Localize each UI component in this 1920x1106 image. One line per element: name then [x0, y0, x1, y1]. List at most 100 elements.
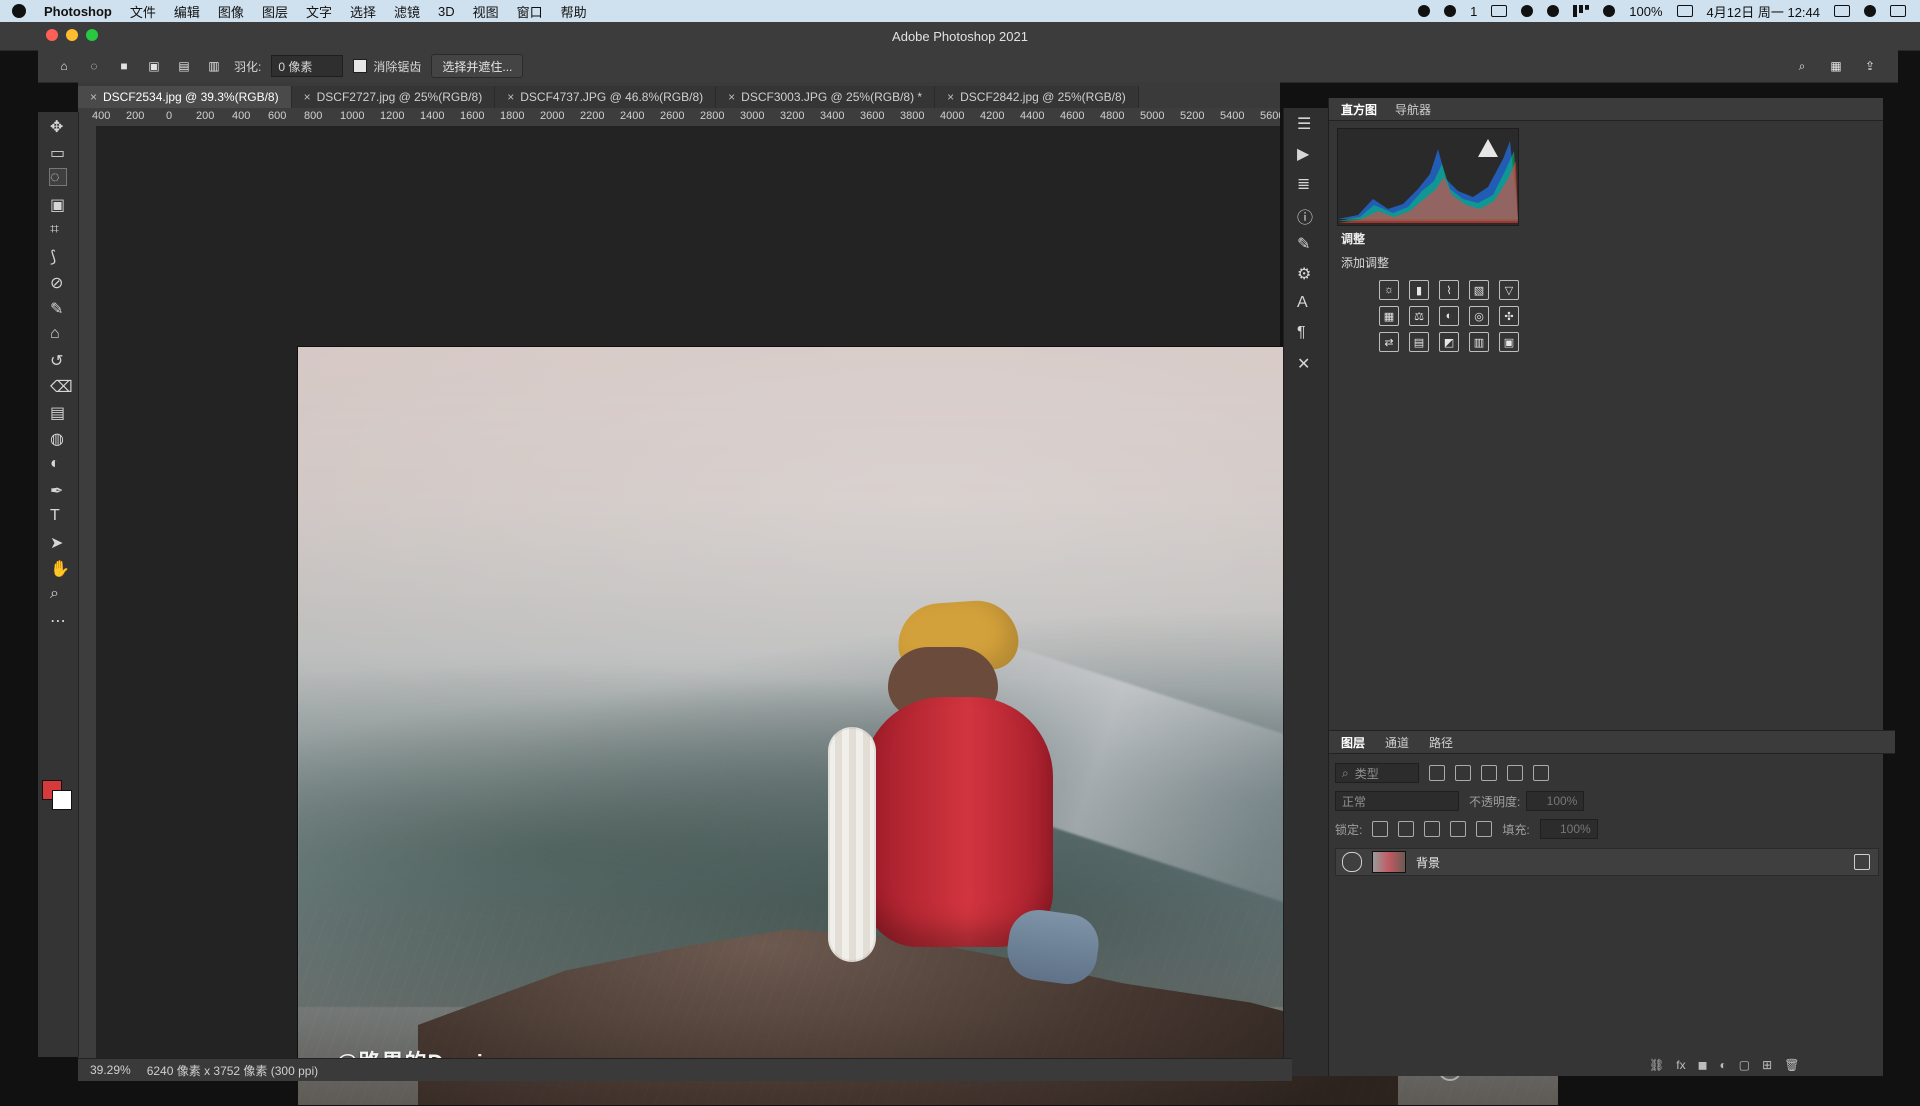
layers-filter-search[interactable]: ⌕ 类型	[1335, 763, 1419, 783]
posterize-icon[interactable]: ▤	[1409, 332, 1429, 352]
control-center-icon[interactable]	[1890, 5, 1906, 17]
tab-document-1[interactable]: × DSCF2534.jpg @ 39.3%(RGB/8)	[78, 86, 292, 108]
eyedropper-tool[interactable]: ⟆	[38, 242, 78, 268]
app-menu-photoshop[interactable]: Photoshop	[44, 4, 112, 19]
close-tab-icon[interactable]: ×	[947, 90, 954, 104]
datetime[interactable]: 4月12日 周一 12:44	[1707, 2, 1820, 21]
menu-type[interactable]: 文字	[306, 2, 332, 21]
minimize-window-button[interactable]	[66, 29, 78, 41]
dodge-tool[interactable]: ◐	[38, 450, 78, 476]
dock-icon-tools[interactable]: ✕	[1284, 348, 1328, 378]
background-color[interactable]	[52, 790, 72, 810]
menu-edit[interactable]: 编辑	[174, 2, 200, 21]
more-tools[interactable]: ⋯	[38, 606, 78, 632]
bluetooth-icon[interactable]	[1547, 5, 1560, 17]
black-white-icon[interactable]: ◐	[1439, 306, 1459, 326]
lock-transparent-pixels-icon[interactable]	[1372, 821, 1389, 837]
pen-tool[interactable]: ✒	[38, 476, 78, 502]
history-brush-tool[interactable]: ↺	[38, 346, 78, 372]
close-window-button[interactable]	[46, 29, 58, 41]
tab-document-3[interactable]: × DSCF4737.JPG @ 46.8%(RGB/8)	[495, 86, 717, 108]
eraser-tool[interactable]: ⌫	[38, 372, 78, 398]
lock-artboard-icon[interactable]	[1450, 821, 1467, 837]
anti-alias-checkbox[interactable]: 消除锯齿	[353, 58, 421, 75]
move-tool[interactable]: ✥	[38, 112, 78, 138]
filter-shape-layers-icon[interactable]	[1507, 765, 1523, 781]
opacity-input[interactable]: 100%	[1526, 791, 1585, 811]
selection-mode-intersect-icon[interactable]: ▥	[204, 56, 224, 76]
dock-icon-play[interactable]: ▶	[1284, 138, 1328, 168]
wechat-icon[interactable]	[1444, 5, 1457, 17]
spot-healing-tool[interactable]: ⊘	[38, 268, 78, 294]
tab-document-2[interactable]: × DSCF2727.jpg @ 25%(RGB/8)	[291, 86, 496, 108]
menu-window[interactable]: 窗口	[517, 2, 543, 21]
eye-icon[interactable]	[1342, 852, 1362, 872]
selective-color-icon[interactable]: ▣	[1499, 332, 1519, 352]
photo-filter-icon[interactable]: ◎	[1469, 306, 1489, 326]
feather-input[interactable]	[271, 55, 344, 77]
channel-mixer-icon[interactable]: ✣	[1499, 306, 1519, 326]
new-layer-icon[interactable]: ⊞	[1762, 1058, 1772, 1072]
dock-icon-adjust[interactable]: ≣	[1284, 168, 1328, 198]
input-method-icon[interactable]	[1834, 5, 1850, 17]
layer-style-icon[interactable]: fx	[1676, 1058, 1685, 1072]
canvas-area[interactable]: @路界的Derring	[96, 126, 1559, 1106]
exposure-icon[interactable]: ▧	[1469, 280, 1489, 300]
menu-view[interactable]: 视图	[473, 2, 499, 21]
id-icon[interactable]	[1491, 5, 1508, 17]
filter-smart-objects-icon[interactable]	[1533, 765, 1549, 781]
menu-help[interactable]: 帮助	[561, 2, 587, 21]
menu-3d[interactable]: 3D	[438, 4, 455, 19]
selection-mode-new-icon[interactable]: ■	[114, 56, 134, 76]
tab-channels[interactable]: 通道	[1385, 734, 1409, 751]
add-mask-icon[interactable]: ◼	[1698, 1058, 1708, 1072]
anti-alias-checkbox-box[interactable]	[353, 59, 368, 73]
lock-all-icon[interactable]	[1476, 821, 1493, 837]
menu-filter[interactable]: 滤镜	[394, 2, 420, 21]
hand-tool[interactable]: ✋	[38, 554, 78, 580]
threshold-icon[interactable]: ◩	[1439, 332, 1459, 352]
wifi-icon[interactable]	[1573, 5, 1590, 17]
brightness-contrast-icon[interactable]: ☼	[1379, 280, 1399, 300]
dock-icon-libraries[interactable]: ☰	[1284, 108, 1328, 138]
tab-layers[interactable]: 图层	[1341, 734, 1365, 751]
gradient-tool[interactable]: ▤	[38, 398, 78, 424]
menu-select[interactable]: 选择	[350, 2, 376, 21]
hue-saturation-icon[interactable]: ▦	[1379, 306, 1399, 326]
notification-icon[interactable]	[1521, 5, 1534, 17]
color-balance-icon[interactable]: ⚖	[1409, 306, 1429, 326]
fill-input[interactable]: 100%	[1539, 819, 1598, 839]
lock-image-pixels-icon[interactable]	[1398, 821, 1415, 837]
dock-icon-paragraph[interactable]: ¶	[1284, 318, 1328, 348]
volume-icon[interactable]	[1603, 5, 1616, 17]
path-selection-tool[interactable]: ➤	[38, 528, 78, 554]
crop-tool[interactable]: ⌗	[38, 216, 78, 242]
selection-mode-subtract-icon[interactable]: ▤	[174, 56, 194, 76]
filter-pixel-layers-icon[interactable]	[1429, 765, 1445, 781]
blend-mode-select[interactable]: 正常	[1335, 791, 1459, 811]
invert-icon[interactable]: ⇄	[1379, 332, 1399, 352]
menu-file[interactable]: 文件	[130, 2, 156, 21]
lock-position-icon[interactable]	[1424, 821, 1441, 837]
filter-adjustment-layers-icon[interactable]	[1455, 765, 1471, 781]
tab-histogram[interactable]: 直方图	[1341, 99, 1377, 120]
object-selection-tool[interactable]: ▣	[38, 190, 78, 216]
selection-mode-add-icon[interactable]: ▣	[144, 56, 164, 76]
battery-icon[interactable]	[1676, 5, 1693, 17]
levels-icon[interactable]: ▮	[1409, 280, 1429, 300]
new-group-icon[interactable]: ▢	[1739, 1058, 1750, 1072]
tab-document-5[interactable]: × DSCF2842.jpg @ 25%(RGB/8)	[935, 86, 1139, 108]
close-tab-icon[interactable]: ×	[507, 90, 514, 104]
tab-paths[interactable]: 路径	[1429, 734, 1453, 751]
close-tab-icon[interactable]: ×	[304, 90, 311, 104]
apple-icon[interactable]	[12, 4, 26, 18]
curves-icon[interactable]: ⌇	[1439, 280, 1459, 300]
dock-icon-character[interactable]: A	[1284, 288, 1328, 318]
workspace-icon[interactable]: ▦	[1826, 56, 1846, 76]
link-layers-icon[interactable]: ⛓	[1649, 1058, 1664, 1072]
delete-layer-icon[interactable]: 🗑	[1784, 1058, 1799, 1072]
gradient-map-icon[interactable]: ▥	[1469, 332, 1489, 352]
menu-image[interactable]: 图像	[218, 2, 244, 21]
search-icon[interactable]: ⌕	[1792, 56, 1812, 76]
dock-icon-info[interactable]: ⓘ	[1284, 198, 1328, 228]
